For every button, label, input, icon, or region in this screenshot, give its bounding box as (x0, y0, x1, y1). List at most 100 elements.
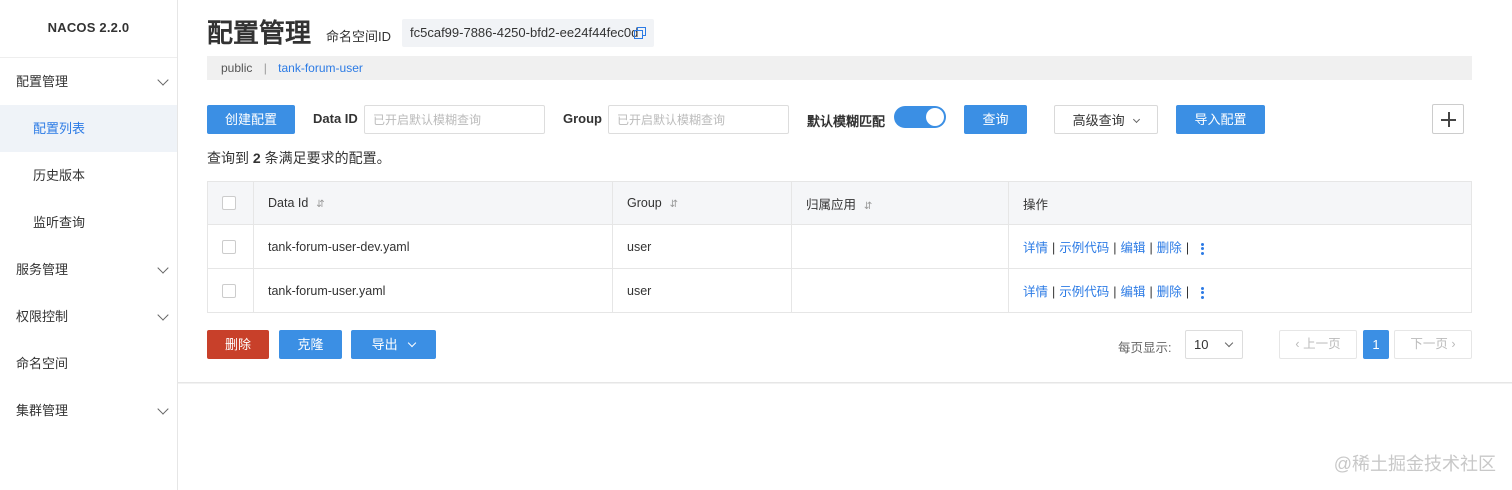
sidebar-item-label: 服务管理 (16, 262, 69, 277)
column-header-group[interactable]: Group ⇵ (612, 181, 792, 225)
separator: | (1113, 284, 1117, 299)
cell-data-id: tank-forum-user.yaml (253, 268, 613, 313)
namespace-id-value: fc5caf99-7886-4250-bfd2-ee24f44fec0d (410, 25, 639, 40)
edit-link[interactable]: 编辑 (1121, 285, 1146, 299)
group-input[interactable] (608, 105, 789, 134)
chevron-down-icon (157, 403, 169, 415)
plus-icon[interactable] (1432, 104, 1464, 134)
sidebar-item-access-control[interactable]: 权限控制 (0, 293, 177, 340)
page-title: 配置管理 (207, 18, 312, 48)
sidebar-item-config-list[interactable]: 配置列表 (0, 105, 177, 152)
table-row: tank-forum-user-dev.yaml user 详情 | 示例代码 | 编辑… (207, 224, 1472, 269)
breadcrumb-separator: | (263, 61, 267, 75)
separator: | (1149, 284, 1153, 299)
separator: | (1149, 240, 1153, 255)
brand-logo: NACOS 2.2.0 (0, 0, 177, 58)
chevron-down-icon (1224, 338, 1234, 348)
summary-suffix: 条满足要求的配置。 (264, 150, 391, 166)
edit-link[interactable]: 编辑 (1121, 241, 1146, 255)
cell-actions: 详情 | 示例代码 | 编辑 | 删除 | (1008, 224, 1472, 269)
chevron-down-icon (408, 338, 417, 348)
sort-icon[interactable]: ⇵ (316, 199, 324, 210)
toggle-knob (926, 108, 944, 126)
prev-page-button[interactable]: ‹ 上一页 (1279, 330, 1357, 359)
more-vertical-icon[interactable] (1201, 241, 1205, 256)
namespace-label: 命名空间ID (326, 29, 392, 44)
chevron-down-icon (1133, 115, 1141, 124)
sidebar-item-label: 监听查询 (33, 215, 86, 230)
import-config-button[interactable]: 导入配置 (1176, 105, 1265, 134)
namespace-id-box: fc5caf99-7886-4250-bfd2-ee24f44fec0d (402, 19, 654, 47)
sidebar-item-namespace[interactable]: 命名空间 (0, 340, 177, 387)
select-all-cell (207, 181, 254, 225)
data-id-label: Data ID (313, 111, 358, 126)
fuzzy-match-label: 默认模糊匹配 (807, 114, 886, 129)
app-window: NACOS 2.2.0 配置管理 配置列表 历史版本 监听查询 服务管理 权限控… (0, 0, 1512, 490)
sample-code-link[interactable]: 示例代码 (1059, 285, 1109, 299)
sidebar-item-label: 配置列表 (33, 121, 86, 136)
search-button[interactable]: 查询 (964, 105, 1027, 134)
column-header-data-id[interactable]: Data Id ⇵ (253, 181, 613, 225)
current-page-button[interactable]: 1 (1363, 330, 1389, 359)
sidebar-item-label: 集群管理 (16, 403, 69, 418)
fuzzy-match-toggle[interactable] (894, 106, 946, 128)
row-checkbox[interactable] (222, 239, 236, 254)
page-size-value: 10 (1194, 337, 1209, 352)
sidebar-item-listener-query[interactable]: 监听查询 (0, 199, 177, 246)
breadcrumb: public | tank-forum-user (207, 56, 1472, 80)
cell-group: user (612, 268, 792, 313)
chevron-left-icon: ‹ (1295, 337, 1300, 351)
breadcrumb-public[interactable]: public (221, 61, 252, 75)
sidebar-item-config-management[interactable]: 配置管理 (0, 58, 177, 105)
copy-icon[interactable] (634, 27, 646, 39)
export-button[interactable]: 导出 (351, 330, 436, 359)
separator: | (1052, 284, 1056, 299)
cell-group: user (612, 224, 792, 269)
config-table: Data Id ⇵ Group ⇵ 归属应用 ⇵ 操作 tank-forum-user… (207, 181, 1472, 313)
row-select-cell (207, 224, 254, 269)
result-summary: 查询到 2 条满足要求的配置。 (207, 148, 391, 168)
sidebar-item-label: 历史版本 (33, 168, 86, 183)
detail-link[interactable]: 详情 (1023, 241, 1048, 255)
row-checkbox[interactable] (222, 283, 236, 298)
sort-icon[interactable]: ⇵ (864, 201, 872, 212)
sidebar-item-label: 命名空间 (16, 356, 69, 371)
chevron-down-icon (157, 262, 169, 274)
select-all-checkbox[interactable] (222, 196, 236, 211)
sidebar-item-cluster-management[interactable]: 集群管理 (0, 387, 177, 434)
sort-icon[interactable]: ⇵ (670, 199, 678, 210)
result-count: 2 (252, 150, 261, 166)
cell-app (791, 268, 1009, 313)
main-content: 配置管理 命名空间ID fc5caf99-7886-4250-bfd2-ee24… (178, 0, 1512, 490)
delete-link[interactable]: 删除 (1157, 241, 1182, 255)
next-page-label: 下一页 (1410, 337, 1448, 351)
column-header-app[interactable]: 归属应用 ⇵ (791, 181, 1009, 225)
sidebar: NACOS 2.2.0 配置管理 配置列表 历史版本 监听查询 服务管理 权限控… (0, 0, 178, 490)
column-label: Data Id (268, 196, 309, 210)
column-header-actions: 操作 (1008, 181, 1472, 225)
sidebar-item-history[interactable]: 历史版本 (0, 152, 177, 199)
data-id-input[interactable] (364, 105, 545, 134)
column-label: Group (627, 196, 662, 210)
advanced-search-button[interactable]: 高级查询 (1054, 105, 1158, 134)
group-label: Group (563, 111, 602, 126)
page-size-label: 每页显示: (1118, 341, 1172, 355)
sidebar-item-service-management[interactable]: 服务管理 (0, 246, 177, 293)
export-label: 导出 (371, 337, 398, 352)
delete-link[interactable]: 删除 (1157, 285, 1182, 299)
next-page-button[interactable]: 下一页 › (1394, 330, 1472, 359)
sidebar-item-label: 配置管理 (16, 74, 69, 89)
detail-link[interactable]: 详情 (1023, 285, 1048, 299)
column-label: 归属应用 (806, 197, 857, 212)
batch-delete-button[interactable]: 删除 (207, 330, 269, 359)
config-list-panel: 配置管理 命名空间ID fc5caf99-7886-4250-bfd2-ee24… (178, 0, 1512, 383)
page-size-select[interactable]: 10 (1185, 330, 1243, 359)
create-config-button[interactable]: 创建配置 (207, 105, 295, 134)
chevron-down-icon (157, 309, 169, 321)
clone-button[interactable]: 克隆 (279, 330, 342, 359)
cell-data-id: tank-forum-user-dev.yaml (253, 224, 613, 269)
breadcrumb-current[interactable]: tank-forum-user (278, 61, 363, 75)
table-header-row: Data Id ⇵ Group ⇵ 归属应用 ⇵ 操作 (207, 181, 1472, 225)
more-vertical-icon[interactable] (1201, 285, 1205, 300)
sample-code-link[interactable]: 示例代码 (1059, 241, 1109, 255)
